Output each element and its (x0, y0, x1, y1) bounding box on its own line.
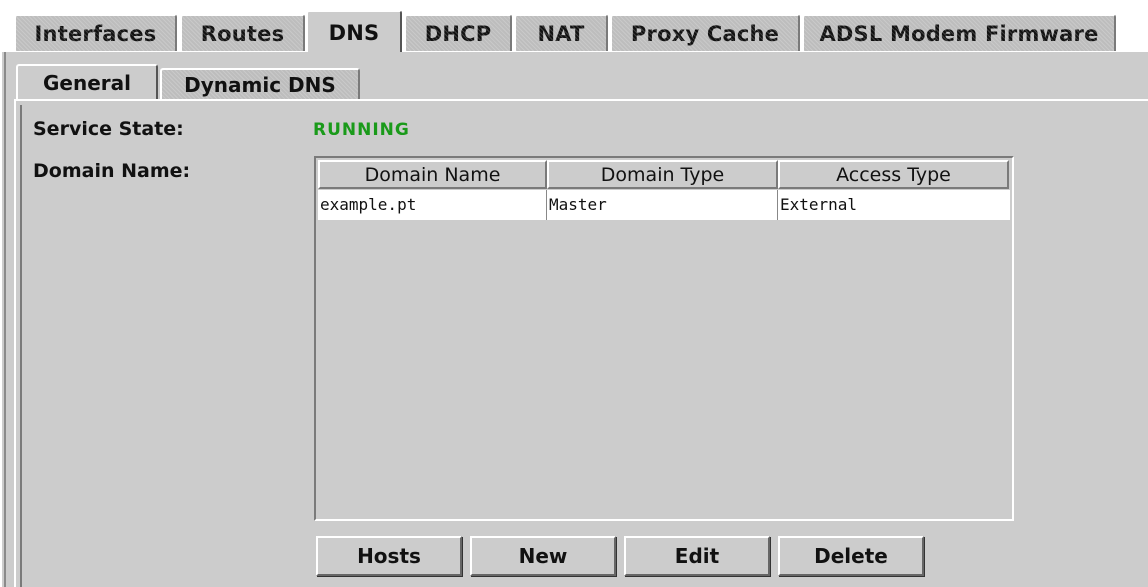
tab-interfaces[interactable]: Interfaces (14, 14, 177, 51)
general-panel-border (20, 105, 22, 587)
column-header-domain-type-label: Domain Type (600, 163, 725, 186)
main-tab-strip: Interfaces Routes DNS DHCP NAT Proxy Cac… (0, 0, 1148, 53)
service-state-label: Service State: (33, 118, 184, 140)
column-header-access-type[interactable]: Access Type (778, 160, 1009, 189)
subtab-dynamic-dns[interactable]: Dynamic DNS (160, 68, 360, 100)
delete-button-label: Delete (814, 544, 888, 568)
tab-proxy-cache[interactable]: Proxy Cache (610, 14, 800, 51)
tab-dhcp[interactable]: DHCP (404, 14, 512, 51)
tab-dns[interactable]: DNS (306, 10, 402, 53)
tab-interfaces-label: Interfaces (34, 21, 157, 46)
new-button-label: New (518, 544, 568, 568)
tab-adsl-label: ADSL Modem Firmware (819, 21, 1099, 46)
tab-routes[interactable]: Routes (180, 14, 305, 51)
subtab-general[interactable]: General (16, 64, 158, 100)
column-header-domain-name-label: Domain Name (364, 163, 501, 186)
tab-dhcp-label: DHCP (424, 21, 492, 46)
cell-domain-type: Master (547, 190, 778, 220)
edit-button-label: Edit (674, 544, 720, 568)
table-row[interactable]: example.pt Master External (318, 190, 1010, 220)
column-header-domain-type[interactable]: Domain Type (547, 160, 778, 189)
hosts-button[interactable]: Hosts (316, 536, 462, 576)
column-header-domain-name[interactable]: Domain Name (318, 160, 547, 189)
tab-routes-label: Routes (200, 21, 285, 46)
edit-button[interactable]: Edit (624, 536, 770, 576)
tab-nat[interactable]: NAT (514, 14, 608, 51)
tab-proxy-cache-label: Proxy Cache (630, 21, 780, 46)
column-header-access-type-label: Access Type (836, 163, 951, 186)
tab-nat-label: NAT (537, 21, 585, 46)
delete-button[interactable]: Delete (778, 536, 924, 576)
subtab-general-label: General (43, 71, 131, 95)
cell-domain-name: example.pt (318, 190, 547, 220)
service-state-value: RUNNING (313, 120, 410, 140)
hosts-button-label: Hosts (357, 544, 421, 568)
cell-access-type: External (780, 195, 858, 214)
domain-name-label: Domain Name: (33, 160, 191, 182)
subtab-dynamic-dns-label: Dynamic DNS (184, 73, 336, 97)
tab-adsl-modem-firmware[interactable]: ADSL Modem Firmware (802, 14, 1116, 51)
sub-tab-strip: General Dynamic DNS (14, 64, 1148, 100)
panel-border (4, 52, 6, 587)
tab-dns-label: DNS (328, 20, 380, 45)
new-button[interactable]: New (470, 536, 616, 576)
